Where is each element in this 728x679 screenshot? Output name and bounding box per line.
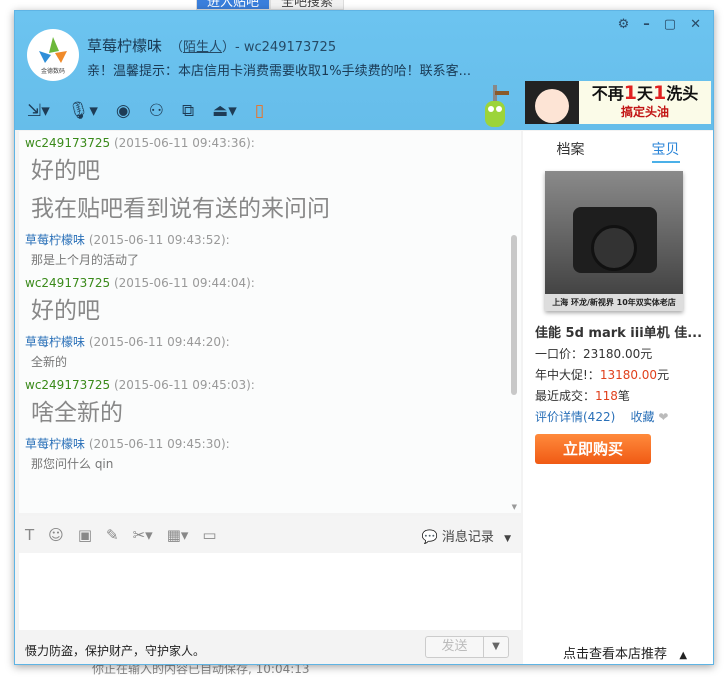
minimize-icon[interactable]: – [643,17,650,32]
message-time: (2015-06-11 09:43:36): [113,136,255,150]
message-time: (2015-06-11 09:44:20): [88,335,230,349]
message-text: 那是上个月的活动了 [31,253,140,267]
chat-history[interactable]: wc249173725 (2015-06-11 09:43:36): 好的吧 我在贴… [19,131,521,513]
product-image[interactable]: 上海 环龙/新视界 10年双实体老店 [545,171,683,311]
chat-message: wc249173725 (2015-06-11 09:44:04): 好的吧 [25,274,521,330]
message-text: 那您问什么 qin [31,457,114,471]
message-text: 全新的 [31,355,68,369]
avatar-logo-text: 金德数码 [41,67,65,75]
chat-message: 草莓柠檬味 (2015-06-11 09:45:30): 那您问什么 qin [25,435,521,475]
ad-banner[interactable]: 不再1天1洗头 搞定头油 [525,81,711,124]
contact-name: 草莓柠檬味 （陌生人）- wc249173725 [87,37,337,55]
message-sender[interactable]: 草莓柠檬味 [25,233,85,247]
add-contact-icon[interactable]: ⚇ [149,101,164,121]
signature: 亲！温馨提示：本店信用卡消费需要收取1%手续费的哈！联系客... [87,64,472,79]
chevron-up-icon: ▲ [679,650,688,661]
ad-face-image [525,81,579,124]
message-text: 我在贴吧看到说有送的来问问 [31,196,330,222]
chevron-down-icon: ▼ [504,534,511,544]
mascot-icon[interactable] [479,83,511,129]
message-text: 好的吧 [31,158,100,184]
tab-items[interactable]: 宝贝 [651,139,680,163]
gear-icon[interactable]: ⚙ [618,17,630,32]
product-title[interactable]: 佳能 5d mark iii单机 佳... [535,323,702,344]
message-sender[interactable]: 草莓柠檬味 [25,335,85,349]
message-sender[interactable]: wc249173725 [25,276,110,290]
chat-window: 金德数码 草莓柠檬味 （陌生人）- wc249173725 亲！温馨提示：本店信用… [14,10,714,665]
send-options-icon[interactable]: ▼ [484,637,508,657]
bg-tab-enter-tieba[interactable]: 进入贴吧 [196,0,271,10]
heart-icon[interactable]: ❤ [658,410,668,424]
promo-row: 年中大促!：13180.00元 [535,368,670,382]
buy-now-button[interactable]: 立即购买 [535,434,651,464]
price-row: 一口价：23180.00元 [535,347,653,361]
send-button[interactable]: 发送 ▼ [425,636,509,658]
message-time: (2015-06-11 09:45:30): [88,437,230,451]
favorite-link[interactable]: 收藏 [631,410,655,424]
chat-message: 草莓柠檬味 (2015-06-11 09:43:52): 那是上个月的活动了 [25,231,521,271]
close-icon[interactable]: ✕ [690,17,701,32]
font-icon[interactable]: T [25,526,34,544]
mobile-icon[interactable]: ▯ [255,101,264,121]
message-sender[interactable]: wc249173725 [25,136,110,150]
webcam-icon[interactable]: ◉ [116,101,131,121]
sold-row: 最近成交：118笔 [535,389,630,403]
scroll-down-icon[interactable]: ▼ [512,503,517,511]
chat-bubble-icon: 💬 [421,530,438,545]
avatar[interactable]: 金德数码 [27,29,79,81]
scissors-icon[interactable]: ✂▾ [133,526,153,544]
screen-share-icon[interactable]: ⧉ [182,101,194,121]
maximize-icon[interactable]: ▢ [664,17,676,32]
whiteboard-icon[interactable]: ▭ [202,526,216,544]
message-text: 啥全新的 [31,400,123,426]
bg-tab-search[interactable]: 全吧搜索 [270,0,345,10]
emoji-icon[interactable]: ☺ [48,526,64,544]
history-button[interactable]: 💬 消息记录 ▼ [422,526,511,545]
header: 金德数码 草莓柠檬味 （陌生人）- wc249173725 亲！温馨提示：本店信用… [15,11,713,130]
message-sender[interactable]: wc249173725 [25,378,110,392]
right-panel: 档案 宝贝 上海 环龙/新视界 10年双实体老店 佳能 5d mark iii单… [523,131,713,664]
footer-slogan: 慑力防盗，保护财产，守护家人。 [25,644,206,658]
message-time: (2015-06-11 09:43:52): [88,233,230,247]
microphone-icon[interactable]: 🎙▾ [68,101,98,121]
message-time: (2015-06-11 09:44:04): [113,276,255,290]
reviews-link[interactable]: 评价详情(422) [535,410,615,424]
calculator-icon[interactable]: ▦▾ [167,526,189,544]
scrollbar[interactable] [511,235,517,395]
edit-icon[interactable]: ✎ [106,526,119,544]
recommend-link[interactable]: 点击查看本店推荐 ▲ [563,643,687,662]
chat-message: wc249173725 (2015-06-11 09:43:36): 好的吧我在贴… [25,134,521,228]
alarm-icon[interactable]: ⏏▾ [212,101,237,121]
image-icon[interactable]: ▣ [78,526,92,544]
relation-link[interactable]: 陌生人 [183,40,222,55]
message-time: (2015-06-11 09:45:03): [113,378,255,392]
message-sender[interactable]: 草莓柠檬味 [25,437,85,451]
file-transfer-icon[interactable]: ⇲▾ [27,101,50,121]
chat-message: 草莓柠檬味 (2015-06-11 09:44:20): 全新的 [25,333,521,373]
editor-toolbar: T ☺ ▣ ✎ ✂▾ ▦▾ ▭ 💬 消息记录 ▼ [19,516,521,553]
message-input[interactable] [19,553,521,630]
tab-profile[interactable]: 档案 [557,139,585,163]
message-text: 好的吧 [31,298,100,324]
chat-message: wc249173725 (2015-06-11 09:45:03): 啥全新的 [25,376,521,432]
